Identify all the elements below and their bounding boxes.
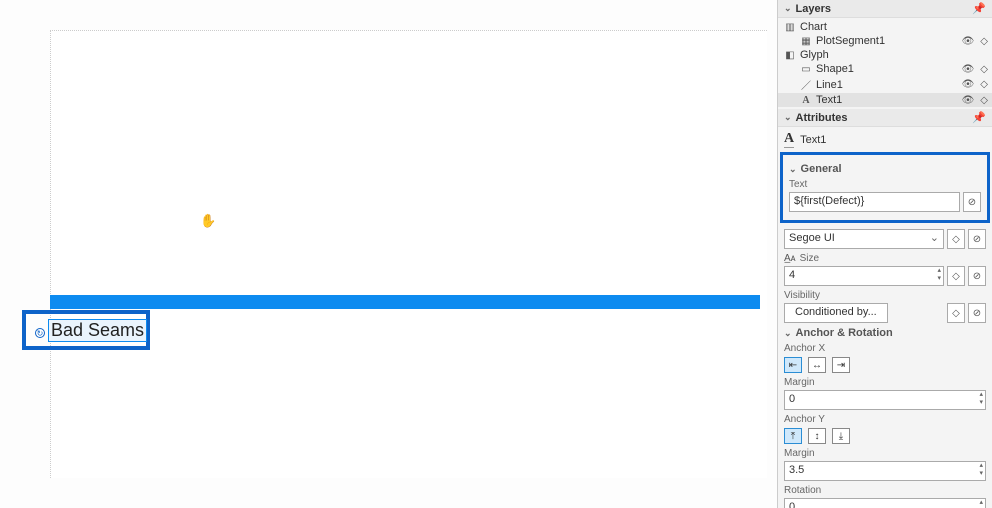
chart-bar[interactable] — [50, 295, 760, 309]
selected-element-name: Text1 — [800, 134, 826, 146]
layer-plotsegment[interactable]: ▦ PlotSegment1 👁 ◇ — [778, 34, 992, 48]
margin-y-label: Margin — [784, 448, 986, 459]
visibility-field-label: Visibility — [784, 290, 986, 301]
anchor-y-middle-button[interactable]: ↕ — [808, 428, 826, 444]
anchor-x-center-button[interactable]: ↔ — [808, 357, 826, 373]
rotation-label: Rotation — [784, 485, 986, 496]
margin-y-value: 3.5 — [789, 464, 804, 476]
erase-button[interactable]: ◇ — [947, 229, 965, 249]
spinner-up-icon[interactable]: ▴ — [979, 391, 983, 399]
anchor-x-right-button[interactable]: ⇥ — [832, 357, 850, 373]
text-field-label: Text — [789, 179, 981, 190]
margin-x-input[interactable]: 0 ▴▾ — [784, 390, 986, 410]
visibility-icon[interactable]: 👁 — [962, 95, 975, 106]
chevron-down-icon: ⌄ — [789, 164, 797, 175]
margin-x-value: 0 — [789, 393, 795, 405]
layers-tree: ▥ Chart ▦ PlotSegment1 👁 ◇ ◧ Glyph ▭ Sha… — [778, 18, 992, 109]
anchor-rotation-label: Anchor & Rotation — [796, 327, 893, 339]
spinner-down-icon[interactable]: ▾ — [979, 399, 983, 407]
attributes-panel-header[interactable]: ⌄ Attributes 📌 — [778, 109, 992, 127]
conditioned-by-button[interactable]: Conditioned by... — [784, 303, 888, 323]
layer-label: Line1 — [816, 79, 956, 91]
chevron-down-icon: ⌄ — [784, 3, 792, 14]
attributes-body: A Text1 ⌄ General Text ${first(Defect)} … — [778, 127, 992, 508]
rect-icon: ▭ — [800, 64, 812, 75]
chevron-down-icon: ⌄ — [784, 112, 792, 123]
anchor-y-label: Anchor Y — [784, 414, 986, 425]
layer-shape[interactable]: ▭ Shape1 👁 ◇ — [778, 62, 992, 76]
erase-button[interactable]: ◇ — [947, 303, 965, 323]
visibility-icon[interactable]: 👁 — [962, 79, 975, 90]
erase-icon[interactable]: ◇ — [980, 36, 988, 47]
font-select[interactable]: Segoe UI — [784, 229, 944, 249]
layer-label: Shape1 — [816, 63, 956, 75]
layer-label: PlotSegment1 — [816, 35, 956, 47]
layer-label: Chart — [800, 21, 988, 33]
layer-label: Glyph — [800, 49, 988, 61]
size-field-label: Size — [800, 253, 819, 264]
spinner-down-icon[interactable]: ▾ — [979, 470, 983, 478]
layer-glyph[interactable]: ◧ Glyph — [778, 48, 992, 62]
general-label: General — [801, 163, 842, 175]
pin-icon[interactable]: 📌 — [972, 2, 986, 15]
font-size-icon: A̲ᴀ — [784, 253, 796, 264]
visibility-icon[interactable]: 👁 — [962, 64, 975, 75]
size-value: 4 — [789, 269, 795, 281]
canvas-area[interactable]: — ▢ ✋ ↻ Bad Seams — [0, 0, 777, 508]
anchor-x-left-button[interactable]: ⇤ — [784, 357, 802, 373]
glyph-icon: ◧ — [784, 50, 796, 61]
margin-y-input[interactable]: 3.5 ▴▾ — [784, 461, 986, 481]
layers-panel-header[interactable]: ⌄ Layers 📌 — [778, 0, 992, 18]
anchor-y-top-button[interactable]: ⤒ — [784, 428, 802, 444]
chart-icon: ▥ — [784, 22, 796, 33]
erase-icon[interactable]: ◇ — [980, 79, 988, 90]
canvas-text-element[interactable]: Bad Seams — [48, 319, 147, 342]
erase-icon[interactable]: ◇ — [980, 64, 988, 75]
layer-line[interactable]: ／ Line1 👁 ◇ — [778, 76, 992, 93]
line-icon: ／ — [800, 77, 812, 92]
spinner-up-icon[interactable]: ▴ — [979, 499, 983, 507]
chevron-down-icon: ⌄ — [784, 328, 792, 339]
erase-icon[interactable]: ◇ — [980, 95, 988, 106]
grid-icon: ▦ — [800, 36, 812, 47]
canvas-frame — [50, 30, 767, 478]
text-expression-input[interactable]: ${first(Defect)} — [789, 192, 960, 212]
margin-x-label: Margin — [784, 377, 986, 388]
rotate-handle-icon[interactable]: ↻ — [35, 328, 45, 338]
bind-data-button[interactable]: ⊘ — [968, 229, 986, 249]
anchor-rotation-group[interactable]: ⌄ Anchor & Rotation — [784, 327, 986, 339]
bind-data-button[interactable]: ⊘ — [963, 192, 981, 212]
size-input[interactable]: 4 ▴▾ — [784, 266, 944, 286]
erase-button[interactable]: ◇ — [947, 266, 965, 286]
anchor-y-bottom-button[interactable]: ⤓ — [832, 428, 850, 444]
visibility-icon[interactable]: 👁 — [962, 36, 975, 47]
spinner-up-icon[interactable]: ▴ — [979, 462, 983, 470]
spinner-down-icon[interactable]: ▾ — [937, 275, 941, 283]
general-group-highlight: ⌄ General Text ${first(Defect)} ⊘ — [780, 152, 990, 223]
spinner-up-icon[interactable]: ▴ — [937, 267, 941, 275]
pin-icon[interactable]: 📌 — [972, 111, 986, 124]
attributes-title: Attributes — [796, 112, 848, 124]
layer-label: Text1 — [816, 94, 956, 106]
layers-title: Layers — [796, 3, 831, 15]
bind-data-button[interactable]: ⊘ — [968, 266, 986, 286]
anchor-x-label: Anchor X — [784, 343, 986, 354]
rotation-input[interactable]: 0 ▴▾ — [784, 498, 986, 508]
layer-chart[interactable]: ▥ Chart — [778, 20, 992, 34]
pan-cursor-icon: ✋ — [200, 213, 216, 229]
text-icon: A — [800, 95, 812, 106]
rotation-value: 0 — [789, 501, 795, 508]
layer-text[interactable]: A Text1 👁 ◇ — [778, 93, 992, 107]
general-group[interactable]: ⌄ General — [789, 163, 981, 175]
bind-data-button[interactable]: ⊘ — [968, 303, 986, 323]
text-type-icon: A — [784, 131, 794, 148]
